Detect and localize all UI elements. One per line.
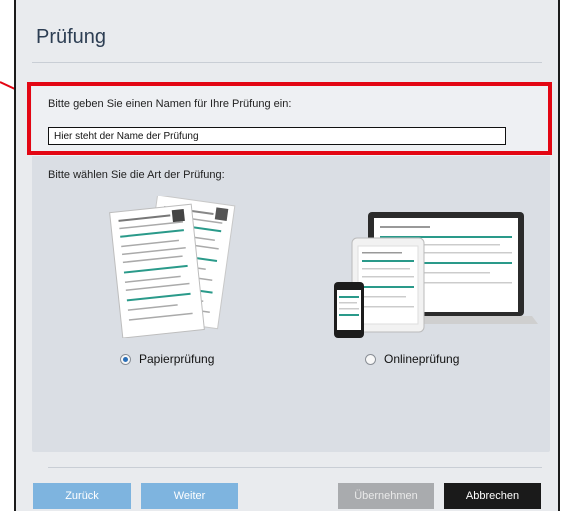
exam-name-input[interactable] (48, 127, 506, 145)
exam-type-label: Bitte wählen Sie die Art der Prüfung: (48, 169, 225, 181)
online-exam-radio[interactable] (365, 353, 376, 365)
paper-exam-option[interactable]: Papierprüfung (120, 352, 214, 366)
paper-exam-illustration (109, 196, 236, 338)
online-exam-illustration (334, 212, 538, 338)
online-exam-label: Onlineprüfung (384, 352, 460, 366)
paper-exam-radio[interactable] (120, 353, 131, 365)
cancel-button[interactable]: Abbrechen (444, 483, 541, 509)
exam-dialog: Prüfung Papierprüfung Onlineprüfung (14, 0, 560, 511)
paper-exam-label: Papierprüfung (139, 352, 215, 366)
footer-divider (48, 467, 542, 468)
apply-button[interactable]: Übernehmen (338, 483, 434, 509)
name-section-background (32, 86, 550, 156)
online-exam-option[interactable]: Onlineprüfung (365, 352, 459, 366)
next-button[interactable]: Weiter (141, 483, 238, 509)
exam-name-label: Bitte geben Sie einen Namen für Ihre Prü… (48, 98, 292, 110)
back-button[interactable]: Zurück (33, 483, 131, 509)
dialog-title: Prüfung (36, 26, 107, 48)
title-divider (32, 62, 542, 63)
